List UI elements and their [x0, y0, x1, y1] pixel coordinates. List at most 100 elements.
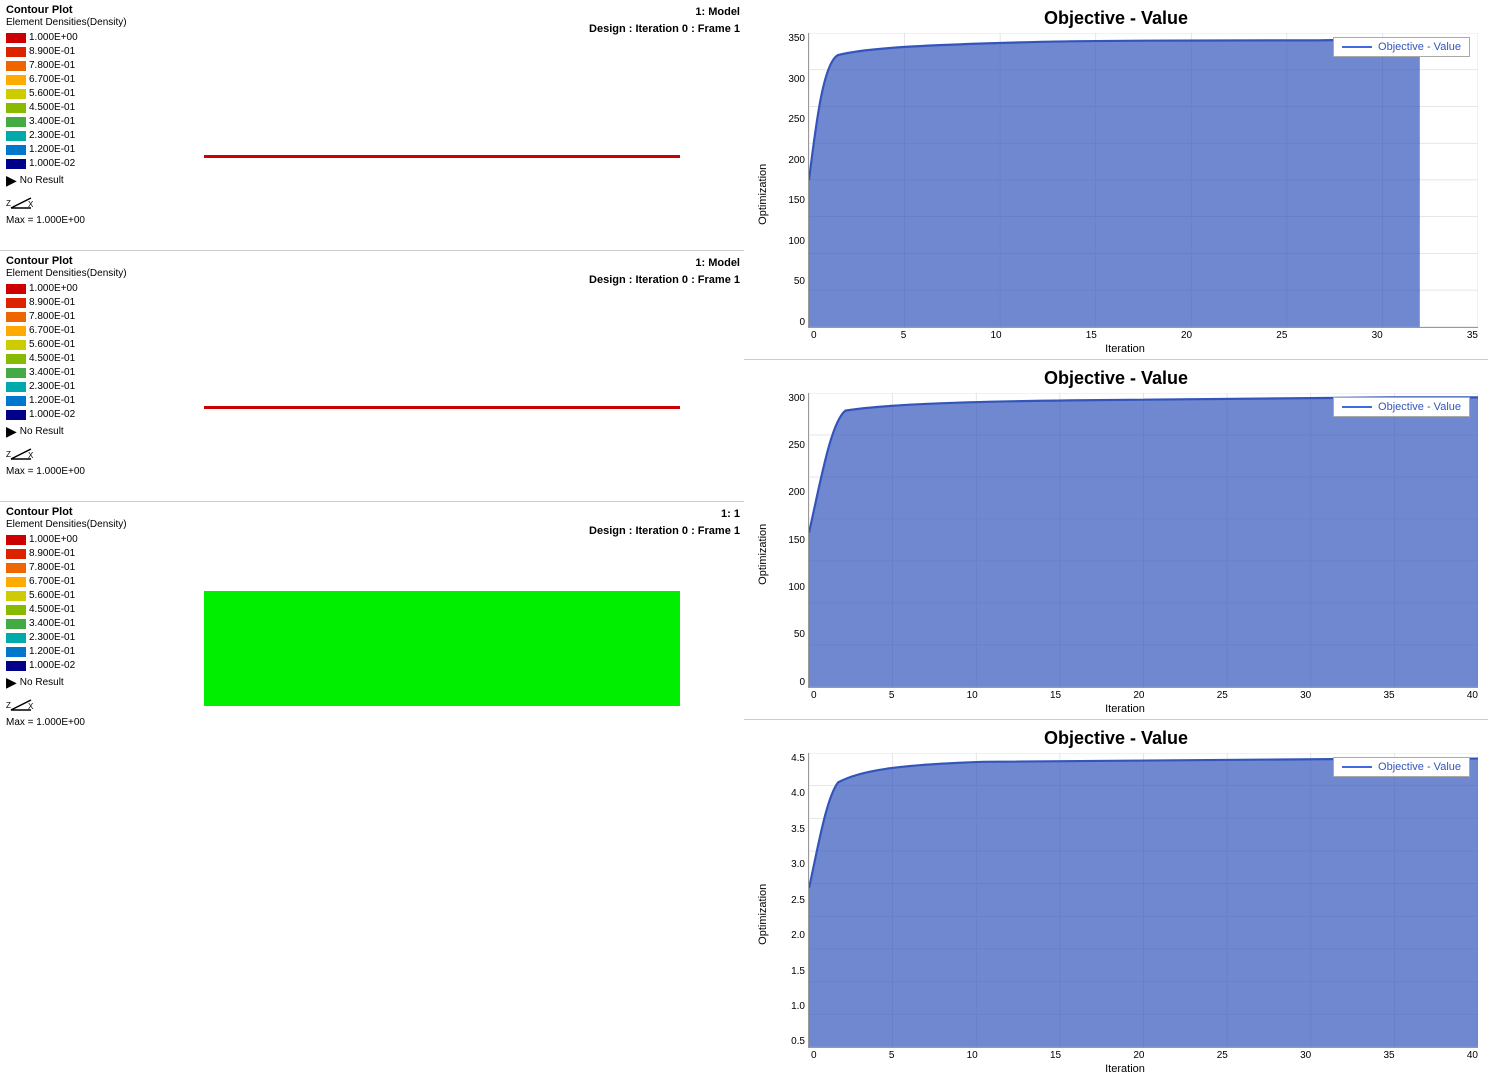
legend-item-label: 4.500E-01 — [29, 352, 75, 366]
legend-item: 6.700E-01 — [6, 575, 134, 589]
y-tick: 50 — [794, 276, 805, 287]
legend-item-label: 2.300E-01 — [29, 631, 75, 645]
legend-item: 1.000E+00 — [6, 533, 134, 547]
chart-title: Objective - Value — [754, 728, 1478, 749]
y-tick: 0 — [799, 677, 805, 688]
legend-swatch — [6, 284, 26, 294]
legend-item-label: 8.900E-01 — [29, 45, 75, 59]
x-tick-labels: 05101520253035 — [772, 330, 1478, 341]
legend-swatch — [6, 340, 26, 350]
legend-item: 1.000E-02 — [6, 659, 134, 673]
no-result-label: No Result — [20, 425, 64, 439]
legend-item-label: 1.200E-01 — [29, 394, 75, 408]
legend-item: 6.700E-01 — [6, 324, 134, 338]
legend-item-label: 1.000E-02 — [29, 408, 75, 422]
legend-swatch — [6, 131, 26, 141]
y-tick: 100 — [788, 236, 805, 247]
chart-container-2: Objective - ValueOptimization30025020015… — [744, 360, 1488, 719]
legend-swatch — [6, 633, 26, 643]
y-tick: 300 — [788, 74, 805, 85]
chart-container-3: Objective - ValueOptimization4.54.03.53.… — [744, 720, 1488, 1079]
x-tick: 10 — [967, 1050, 978, 1061]
legend-axes: ZX — [6, 193, 134, 213]
legend-swatch — [6, 298, 26, 308]
y-tick-labels: 300250200150100500 — [772, 393, 808, 688]
x-tick: 10 — [967, 690, 978, 701]
legend-swatch — [6, 535, 26, 545]
legend-swatch — [6, 549, 26, 559]
y-tick: 1.0 — [791, 1001, 805, 1012]
left-row-2: Contour PlotElement Densities(Density)1.… — [0, 251, 744, 502]
legend-item: 1.200E-01 — [6, 394, 134, 408]
x-axis-title: Iteration — [772, 1063, 1478, 1075]
model-header-line1: 1: 1 — [144, 506, 740, 523]
legend-item: 7.800E-01 — [6, 561, 134, 575]
model-canvas — [144, 288, 740, 497]
legend-swatch — [6, 647, 26, 657]
x-tick: 0 — [811, 330, 817, 341]
legend-max-label: Max = 1.000E+00 — [6, 466, 134, 477]
legend-item-label: 3.400E-01 — [29, 115, 75, 129]
y-tick: 150 — [788, 195, 805, 206]
chart-area: Optimization300250200150100500Objective … — [754, 393, 1478, 715]
x-tick: 30 — [1300, 1050, 1311, 1061]
legend-item: 1.000E-02 — [6, 408, 134, 422]
legend-axes: ZX — [6, 444, 134, 464]
chart-inner: 300250200150100500Objective - Value05101… — [772, 393, 1478, 715]
chart-legend-label: Objective - Value — [1378, 401, 1461, 413]
x-tick: 5 — [889, 1050, 895, 1061]
chart-svg — [809, 753, 1478, 1047]
x-tick: 35 — [1384, 1050, 1395, 1061]
chart-plot: Objective - Value — [808, 33, 1478, 328]
y-tick: 3.5 — [791, 824, 805, 835]
chart-title: Objective - Value — [754, 8, 1478, 29]
x-tick-labels: 0510152025303540 — [772, 690, 1478, 701]
legend-no-result: ▶No Result — [6, 171, 134, 191]
axes-icon: ZX — [6, 444, 36, 464]
svg-text:Z: Z — [6, 199, 11, 208]
legend-swatch — [6, 47, 26, 57]
no-result-label: No Result — [20, 174, 64, 188]
legend-2: Contour PlotElement Densities(Density)1.… — [0, 251, 140, 501]
legend-swatch — [6, 75, 26, 85]
chart-title: Objective - Value — [754, 368, 1478, 389]
legend-max-label: Max = 1.000E+00 — [6, 215, 134, 226]
legend-item-label: 7.800E-01 — [29, 59, 75, 73]
legend-subtitle: Element Densities(Density) — [6, 519, 134, 530]
x-tick: 25 — [1217, 690, 1228, 701]
legend-item: 3.400E-01 — [6, 617, 134, 631]
legend-item: 1.000E+00 — [6, 282, 134, 296]
legend-swatch — [6, 368, 26, 378]
legend-swatch — [6, 103, 26, 113]
plot-wrapper: 4.54.03.53.02.52.01.51.00.5Objective - V… — [772, 753, 1478, 1048]
legend-item-label: 7.800E-01 — [29, 310, 75, 324]
y-tick: 3.0 — [791, 859, 805, 870]
y-tick-labels: 350300250200150100500 — [772, 33, 808, 328]
svg-text:Z: Z — [6, 701, 11, 710]
legend-3: Contour PlotElement Densities(Density)1.… — [0, 502, 140, 752]
legend-item-label: 6.700E-01 — [29, 73, 75, 87]
plot-wrapper: 300250200150100500Objective - Value — [772, 393, 1478, 688]
legend-swatch — [6, 619, 26, 629]
svg-text:X: X — [28, 200, 34, 209]
legend-item: 4.500E-01 — [6, 603, 134, 617]
chart-area: Optimization4.54.03.53.02.52.01.51.00.5O… — [754, 753, 1478, 1075]
model-header-line1: 1: Model — [144, 4, 740, 21]
legend-item: 2.300E-01 — [6, 129, 134, 143]
arrow-icon: ▶ — [6, 422, 17, 442]
x-tick: 10 — [990, 330, 1001, 341]
legend-item: 4.500E-01 — [6, 352, 134, 366]
plot-wrapper: 350300250200150100500Objective - Value — [772, 33, 1478, 328]
x-tick: 40 — [1467, 1050, 1478, 1061]
legend-swatch — [6, 396, 26, 406]
chart-row-1: Objective - ValueOptimization35030025020… — [744, 0, 1488, 360]
chart-fill — [809, 397, 1478, 686]
legend-item: 5.600E-01 — [6, 589, 134, 603]
chart-container-1: Objective - ValueOptimization35030025020… — [744, 0, 1488, 359]
legend-item-label: 3.400E-01 — [29, 366, 75, 380]
y-tick: 200 — [788, 155, 805, 166]
y-tick: 1.5 — [791, 966, 805, 977]
legend-item-label: 1.000E-02 — [29, 157, 75, 171]
y-tick: 250 — [788, 440, 805, 451]
legend-swatch — [6, 382, 26, 392]
